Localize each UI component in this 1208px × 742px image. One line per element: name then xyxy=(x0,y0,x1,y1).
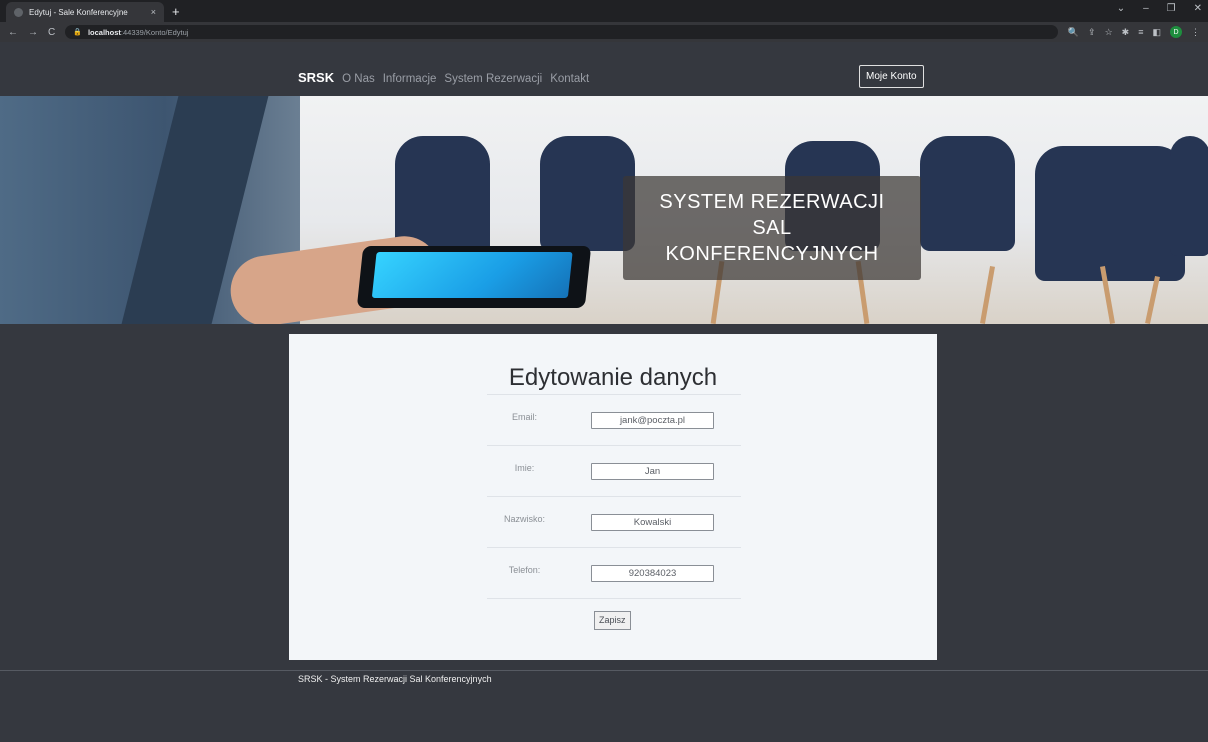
forward-icon[interactable]: → xyxy=(28,27,38,38)
hero-tablet-screen xyxy=(371,252,573,298)
hero-chair-leg xyxy=(980,266,995,324)
hero-chair xyxy=(1035,146,1185,281)
save-button[interactable]: Zapisz xyxy=(594,611,631,630)
hero-banner: SYSTEM REZERWACJI SAL KONFERENCYJNYCH xyxy=(0,96,1208,324)
url-host: localhost xyxy=(87,27,121,37)
restore-icon[interactable]: ❐ xyxy=(1167,3,1176,14)
address-bar[interactable]: 🔒 localhost :44339/Konto/Edytuj xyxy=(65,25,1058,39)
first-name-field[interactable] xyxy=(591,463,714,480)
reload-icon[interactable]: C xyxy=(48,27,55,38)
form-row-telefon: Telefon: xyxy=(487,547,741,598)
browser-tab[interactable]: Edytuj - Sale Konferencyjne × xyxy=(6,2,164,22)
site-navbar: SRSK O Nas Informacje System Rezerwacji … xyxy=(0,42,1208,96)
hero-chair-leg xyxy=(1145,276,1160,324)
url-path: :44339/Konto/Edytuj xyxy=(120,27,189,37)
site-footer: SRSK - System Rezerwacji Sal Konferencyj… xyxy=(0,670,1208,742)
menu-icon[interactable]: ⋮ xyxy=(1191,27,1200,38)
profile-avatar[interactable]: D xyxy=(1170,26,1182,38)
form-row-email: Email: xyxy=(487,394,741,445)
bookmark-star-icon[interactable]: ☆ xyxy=(1105,27,1113,38)
edit-profile-card: Edytowanie danych Email: Imie: Nazwisko:… xyxy=(289,334,937,660)
first-name-label: Imie: xyxy=(514,463,535,473)
nav-link-informacje[interactable]: Informacje xyxy=(383,73,437,85)
extensions-icon[interactable]: ✱ xyxy=(1122,27,1130,38)
brand-link[interactable]: SRSK xyxy=(298,70,334,85)
close-window-icon[interactable]: ✕ xyxy=(1194,3,1202,14)
hero-title-line: KONFERENCYJNYCH xyxy=(665,243,879,265)
edit-profile-form: Email: Imie: Nazwisko: Telefon: Zapisz xyxy=(487,394,741,638)
browser-titlebar: Edytuj - Sale Konferencyjne × + ⌄ – ❐ ✕ xyxy=(0,0,1208,22)
last-name-field[interactable] xyxy=(591,514,714,531)
form-row-nazwisko: Nazwisko: xyxy=(487,496,741,547)
hero-tablet xyxy=(356,246,592,308)
hero-title: SYSTEM REZERWACJI SAL KONFERENCYJNYCH xyxy=(659,189,884,267)
last-name-label: Nazwisko: xyxy=(503,514,545,524)
zoom-icon[interactable]: 🔍 xyxy=(1068,27,1079,38)
form-row-imie: Imie: xyxy=(487,445,741,496)
footer-text: SRSK - System Rezerwacji Sal Konferencyj… xyxy=(298,674,492,684)
nav-links: SRSK O Nas Informacje System Rezerwacji … xyxy=(298,70,589,85)
hero-chair xyxy=(920,136,1015,251)
hero-chair xyxy=(1170,136,1208,256)
toolbar-actions: 🔍 ⇪ ☆ ✱ ≡ ◧ D ⋮ xyxy=(1068,26,1200,38)
side-panel-icon[interactable]: ◧ xyxy=(1152,27,1161,38)
reading-list-icon[interactable]: ≡ xyxy=(1138,27,1143,37)
form-actions: Zapisz xyxy=(487,598,741,638)
browser-toolbar: ← → C 🔒 localhost :44339/Konto/Edytuj 🔍 … xyxy=(0,22,1208,42)
lock-icon: 🔒 xyxy=(73,29,82,36)
phone-field[interactable] xyxy=(591,565,714,582)
window-controls: ⌄ – ❐ ✕ xyxy=(1117,3,1202,14)
hero-title-line: SYSTEM REZERWACJI xyxy=(659,191,885,213)
email-field[interactable] xyxy=(591,412,714,429)
nav-link-system-rezerwacji[interactable]: System Rezerwacji xyxy=(444,73,542,85)
back-icon[interactable]: ← xyxy=(8,27,18,38)
chevron-down-icon[interactable]: ⌄ xyxy=(1117,3,1125,14)
tab-title: Edytuj - Sale Konferencyjne xyxy=(29,7,128,17)
page-title: Edytowanie danych xyxy=(508,364,718,391)
new-tab-button[interactable]: + xyxy=(172,2,180,22)
hero-chair xyxy=(540,136,635,251)
share-icon[interactable]: ⇪ xyxy=(1088,27,1096,38)
minimize-icon[interactable]: – xyxy=(1143,3,1149,14)
my-account-button[interactable]: Moje Konto xyxy=(859,65,924,88)
hero-title-line: SAL xyxy=(752,217,792,239)
email-label: Email: xyxy=(511,412,537,422)
close-tab-icon[interactable]: × xyxy=(151,7,156,17)
hero-title-box: SYSTEM REZERWACJI SAL KONFERENCYJNYCH xyxy=(623,176,921,280)
nav-link-o-nas[interactable]: O Nas xyxy=(342,73,375,85)
favicon-icon xyxy=(14,7,23,17)
phone-label: Telefon: xyxy=(508,565,541,575)
nav-link-kontakt[interactable]: Kontakt xyxy=(550,73,589,85)
